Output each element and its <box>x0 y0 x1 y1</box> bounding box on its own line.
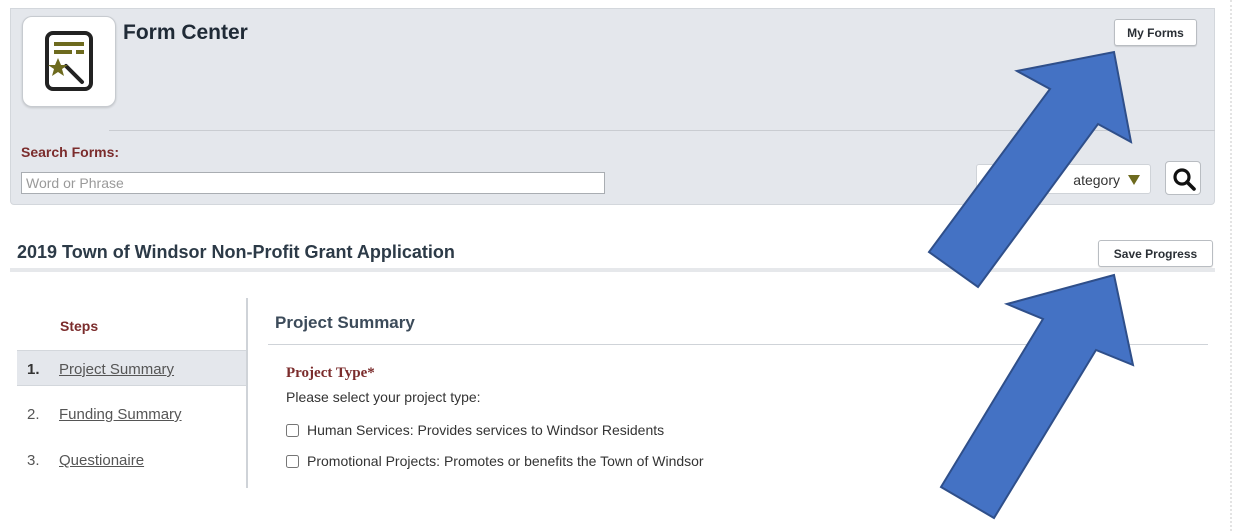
section-title: Project Summary <box>275 313 415 332</box>
step-number: 2. <box>27 406 40 423</box>
promotional-projects-checkbox[interactable] <box>286 454 299 468</box>
form-center-logo <box>22 16 116 107</box>
option-label: Human Services: Provides services to Win… <box>307 422 665 438</box>
right-scroll-rail <box>1230 0 1241 531</box>
steps-divider <box>246 298 248 488</box>
option-label: Promotional Projects: Promotes or benefi… <box>307 453 704 469</box>
my-forms-button[interactable]: My Forms <box>1114 19 1197 46</box>
header-divider <box>109 130 1215 131</box>
save-progress-button[interactable]: Save Progress <box>1098 240 1213 267</box>
project-type-label: Project Type* <box>286 365 375 381</box>
page-title: Form Center <box>123 21 248 44</box>
form-center-header: Form Center My Forms Search Forms: atego… <box>10 8 1215 205</box>
human-services-checkbox[interactable] <box>286 423 299 437</box>
step-number: 3. <box>27 452 40 469</box>
arrow-to-save-progress <box>939 273 1135 520</box>
form-title: 2019 Town of Windsor Non-Profit Grant Ap… <box>17 242 455 262</box>
step-number: 1. <box>27 361 40 378</box>
category-select-label: ategory <box>1073 172 1120 188</box>
option-promotional-projects[interactable]: Promotional Projects: Promotes or benefi… <box>286 453 704 469</box>
search-icon <box>1173 168 1196 191</box>
step-project-summary[interactable]: 1. Project Summary <box>17 350 247 386</box>
form-wand-icon <box>45 31 93 91</box>
step-questionaire[interactable]: 3. Questionaire <box>17 442 247 478</box>
form-title-rule <box>10 268 1215 272</box>
category-select[interactable]: ategory <box>976 164 1151 194</box>
step-link[interactable]: Project Summary <box>59 361 174 378</box>
search-button[interactable] <box>1165 161 1201 195</box>
step-link[interactable]: Funding Summary <box>59 406 182 423</box>
step-funding-summary[interactable]: 2. Funding Summary <box>17 396 247 432</box>
option-human-services[interactable]: Human Services: Provides services to Win… <box>286 422 664 438</box>
steps-heading: Steps <box>60 318 99 334</box>
caret-down-icon <box>1128 175 1140 185</box>
search-input[interactable] <box>21 172 605 194</box>
section-rule <box>268 344 1208 345</box>
project-type-hint: Please select your project type: <box>286 389 481 405</box>
step-link[interactable]: Questionaire <box>59 452 144 469</box>
search-forms-label: Search Forms: <box>21 144 120 160</box>
